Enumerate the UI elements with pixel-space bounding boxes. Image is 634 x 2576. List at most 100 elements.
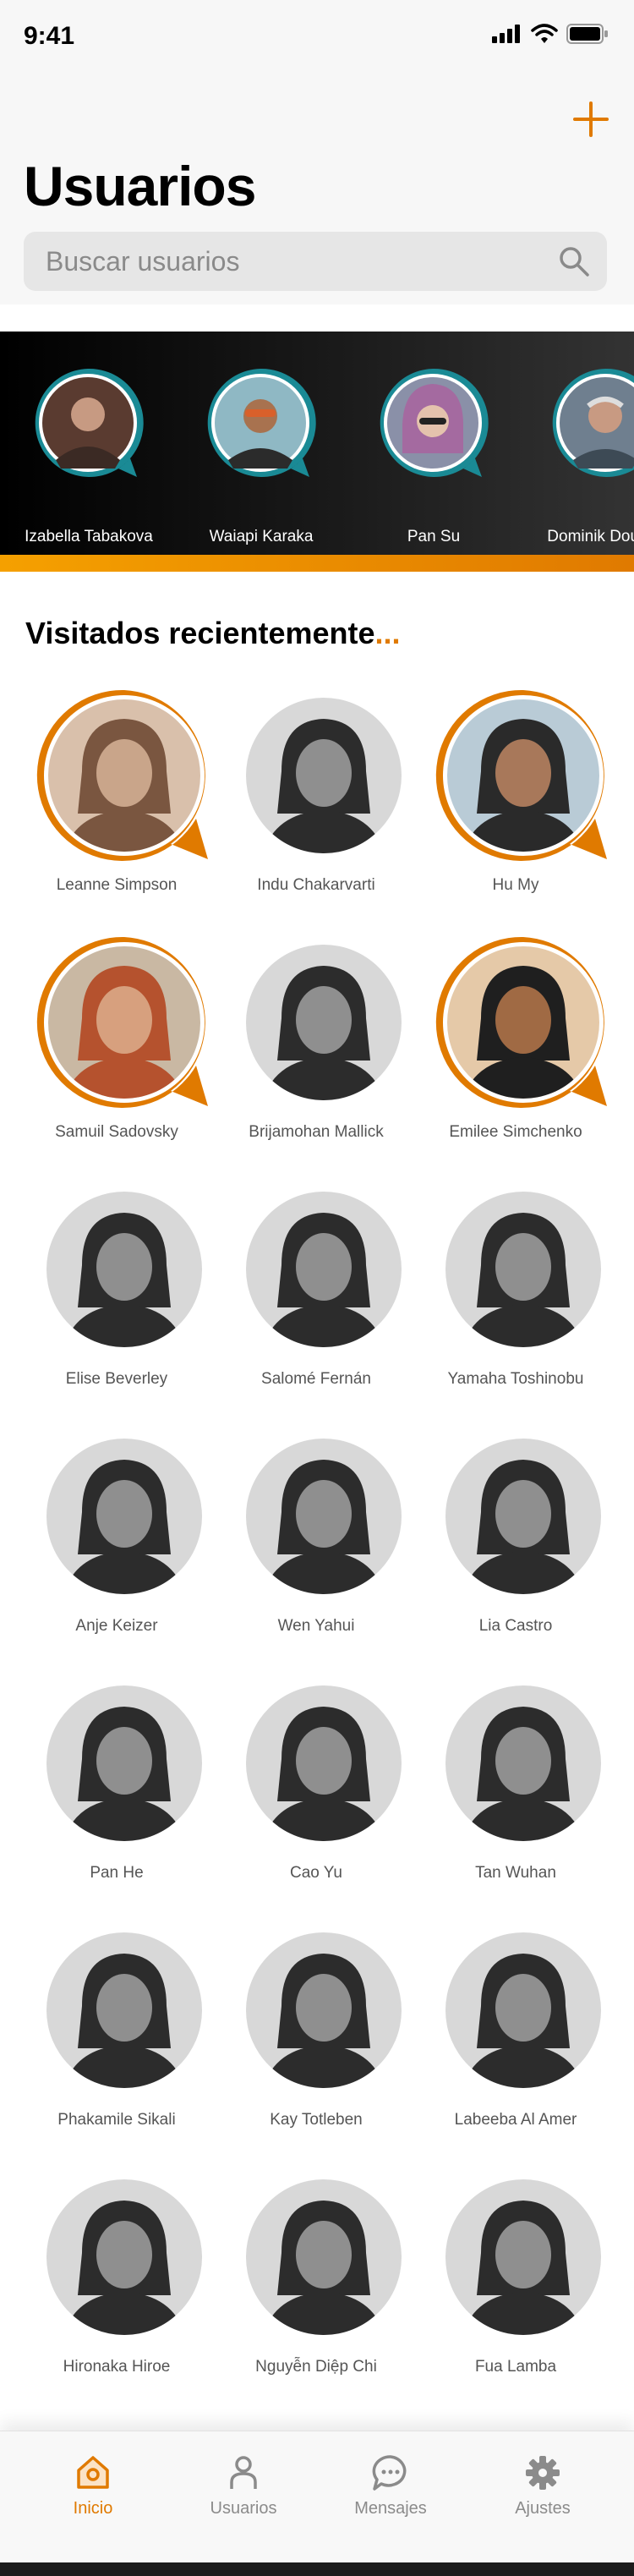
stories-carousel[interactable]: Izabella Tabakova Waiapi Karaka Pan Su D… bbox=[0, 332, 634, 555]
user-avatar bbox=[246, 1439, 402, 1594]
status-icons bbox=[492, 24, 609, 44]
header: 9:41 Usuarios bbox=[0, 0, 634, 304]
status-time: 9:41 bbox=[24, 22, 75, 50]
nav-item-ajustes[interactable]: Ajustes bbox=[463, 2453, 622, 2538]
user-name: Leanne Simpson bbox=[56, 876, 178, 894]
user-name: Indu Chakarvarti bbox=[257, 876, 375, 894]
user-card[interactable]: Salomé Fernán bbox=[216, 1181, 416, 1400]
user-card[interactable]: Pan He bbox=[17, 1674, 216, 1894]
wifi-icon bbox=[531, 24, 558, 43]
user-avatar bbox=[246, 698, 402, 853]
chat-bubble-icon bbox=[372, 2455, 407, 2491]
user-avatar bbox=[36, 936, 208, 1108]
section-title: Visitados recientemente... bbox=[25, 616, 401, 650]
user-name: Cao Yu bbox=[290, 1864, 342, 1882]
user-card[interactable]: Samuil Sadovsky bbox=[17, 934, 216, 1154]
plus-icon[interactable] bbox=[571, 100, 610, 139]
user-card[interactable]: Emilee Simchenko bbox=[416, 934, 615, 1154]
user-name: Brijamohan Mallick bbox=[249, 1123, 384, 1141]
user-name: Kay Totleben bbox=[270, 2111, 363, 2129]
user-avatar bbox=[445, 1192, 601, 1347]
story-name: Izabella Tabakova bbox=[25, 528, 153, 545]
user-name: Hironaka Hiroe bbox=[63, 2358, 171, 2376]
user-card[interactable]: Indu Chakarvarti bbox=[216, 687, 416, 907]
nav-item-usuarios[interactable]: Usuarios bbox=[164, 2453, 323, 2538]
user-card[interactable]: Anje Keizer bbox=[17, 1428, 216, 1647]
user-name: Salomé Fernán bbox=[261, 1370, 371, 1388]
bottom-nav: Inicio Usuarios Mensajes Ajustes bbox=[0, 2431, 634, 2576]
status-bar: 9:41 bbox=[0, 0, 634, 74]
gear-icon bbox=[526, 2456, 560, 2490]
user-avatar bbox=[246, 1685, 402, 1841]
user-card[interactable]: Elise Beverley bbox=[17, 1181, 216, 1400]
user-card[interactable]: Lia Castro bbox=[416, 1428, 615, 1647]
user-name: Emilee Simchenko bbox=[449, 1123, 582, 1141]
battery-icon bbox=[566, 24, 608, 44]
search-icon[interactable] bbox=[558, 245, 590, 277]
user-avatar bbox=[246, 1192, 402, 1347]
user-card[interactable]: Brijamohan Mallick bbox=[216, 934, 416, 1154]
story-name: Pan Su bbox=[407, 528, 461, 545]
user-avatar bbox=[435, 689, 607, 861]
stories-accent-bar bbox=[0, 555, 634, 572]
user-avatar bbox=[435, 936, 607, 1108]
user-card[interactable]: Yamaha Toshinobu bbox=[416, 1181, 615, 1400]
user-card[interactable]: Cao Yu bbox=[216, 1674, 416, 1894]
user-icon bbox=[230, 2456, 257, 2489]
user-avatar bbox=[445, 1932, 601, 2088]
nav-label: Mensajes bbox=[354, 2499, 427, 2518]
user-name: Tan Wuhan bbox=[475, 1864, 556, 1882]
user-avatar bbox=[46, 1685, 202, 1841]
story-avatar bbox=[552, 368, 634, 477]
nav-label: Usuarios bbox=[210, 2499, 277, 2518]
user-card[interactable]: Hironaka Hiroe bbox=[17, 2168, 216, 2388]
nav-item-mensajes[interactable]: Mensajes bbox=[311, 2453, 470, 2538]
user-name: Labeeba Al Amer bbox=[454, 2111, 577, 2129]
story-avatar bbox=[380, 368, 489, 477]
story-avatar bbox=[207, 368, 316, 477]
user-avatar bbox=[36, 689, 208, 861]
story-name: Dominik Doudny bbox=[547, 528, 634, 545]
user-name: Elise Beverley bbox=[65, 1370, 168, 1388]
user-name: Nguyễn Diệp Chi bbox=[255, 2358, 377, 2376]
user-card[interactable]: Fua Lamba bbox=[416, 2168, 615, 2388]
home-indicator bbox=[0, 2562, 634, 2576]
user-name: Fua Lamba bbox=[474, 2358, 557, 2376]
search-bar[interactable] bbox=[24, 232, 607, 291]
user-name: Anje Keizer bbox=[75, 1617, 158, 1635]
user-card[interactable]: Leanne Simpson bbox=[17, 687, 216, 907]
signal-icon bbox=[492, 25, 520, 43]
user-avatar bbox=[46, 1192, 202, 1347]
story-avatar bbox=[35, 368, 144, 477]
user-card[interactable]: Nguyễn Diệp Chi bbox=[216, 2168, 416, 2388]
user-avatar bbox=[445, 1439, 601, 1594]
user-card[interactable]: Phakamile Sikali bbox=[17, 1921, 216, 2141]
user-card[interactable]: Hu My bbox=[416, 687, 615, 907]
page-title: Usuarios bbox=[24, 155, 256, 217]
user-avatar bbox=[246, 945, 402, 1100]
user-avatar bbox=[246, 2179, 402, 2335]
nav-item-inicio[interactable]: Inicio bbox=[14, 2453, 172, 2538]
user-name: Samuil Sadovsky bbox=[55, 1123, 178, 1141]
user-avatar bbox=[46, 1439, 202, 1594]
nav-label: Inicio bbox=[73, 2499, 113, 2518]
user-avatar bbox=[445, 1685, 601, 1841]
user-name: Phakamile Sikali bbox=[57, 2111, 176, 2129]
user-card[interactable]: Wen Yahui bbox=[216, 1428, 416, 1647]
home-icon bbox=[77, 2456, 109, 2489]
user-card[interactable]: Labeeba Al Amer bbox=[416, 1921, 615, 2141]
user-card[interactable]: Kay Totleben bbox=[216, 1921, 416, 2141]
user-name: Yamaha Toshinobu bbox=[447, 1370, 584, 1388]
user-avatar bbox=[46, 1932, 202, 2088]
user-name: Hu My bbox=[492, 876, 539, 894]
user-avatar bbox=[46, 2179, 202, 2335]
search-input[interactable] bbox=[46, 232, 536, 291]
user-name: Pan He bbox=[90, 1864, 144, 1882]
user-card[interactable]: Tan Wuhan bbox=[416, 1674, 615, 1894]
user-name: Lia Castro bbox=[478, 1617, 553, 1635]
user-avatar bbox=[246, 1932, 402, 2088]
nav-label: Ajustes bbox=[515, 2499, 571, 2518]
user-avatar bbox=[445, 2179, 601, 2335]
story-name: Waiapi Karaka bbox=[209, 528, 314, 545]
user-name: Wen Yahui bbox=[277, 1617, 355, 1635]
